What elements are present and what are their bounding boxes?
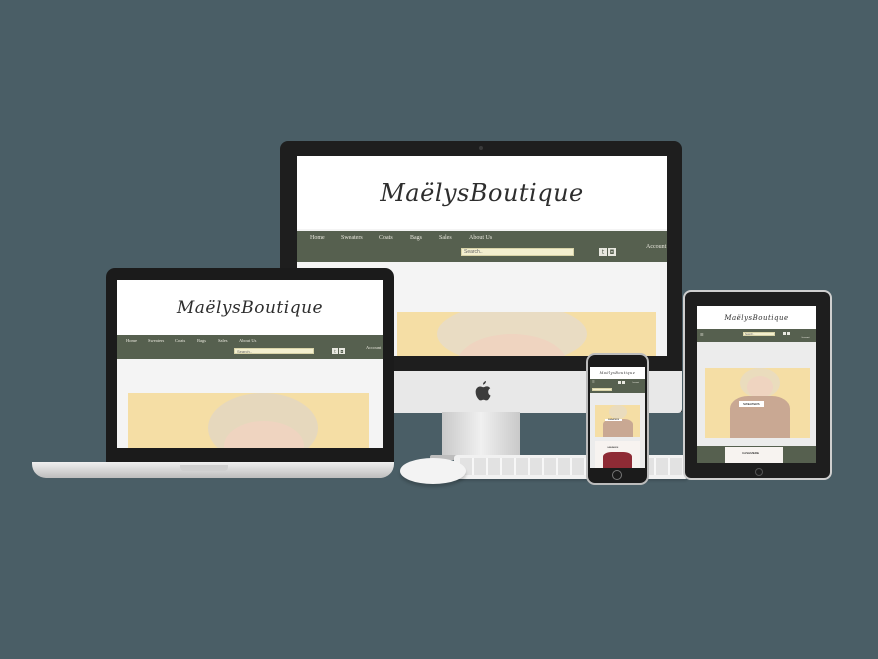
imac-camera (479, 146, 483, 150)
site-logo[interactable]: MaëlysBoutique (380, 179, 584, 207)
account-link[interactable]: Account (801, 336, 809, 339)
twitter-icon[interactable] (783, 332, 786, 335)
phone-home-button[interactable] (612, 470, 622, 480)
account-link[interactable]: Account (366, 345, 381, 350)
laptop-notch (180, 465, 228, 471)
search-input[interactable]: Search.. (234, 348, 314, 354)
search-input[interactable]: Search.. (743, 332, 775, 336)
site-logo[interactable]: MaëlysBoutique (177, 298, 323, 318)
nav-home[interactable]: Home (126, 338, 148, 343)
imac-stand (442, 412, 520, 458)
nav-about-us[interactable]: About Us (469, 235, 492, 241)
site-header: MaëlysBoutique (590, 367, 645, 379)
instagram-icon[interactable]: ◘ (608, 248, 616, 256)
twitter-icon[interactable] (618, 381, 621, 384)
twitter-icon[interactable]: t (332, 348, 338, 354)
site-nav: ☰ Search.. Account (697, 329, 816, 342)
nav-coats[interactable]: Coats (175, 338, 197, 343)
nav-bags[interactable]: Bags (197, 338, 218, 343)
apple-logo-icon (475, 381, 491, 401)
site-logo[interactable]: MaëlysBoutique (724, 314, 788, 322)
phone-screen: MaëlysBoutique ☰ Account Search.. SWEATE… (590, 367, 645, 468)
nav-bags[interactable]: Bags (410, 235, 439, 241)
instagram-icon[interactable]: ◘ (339, 348, 345, 354)
site-header: MaëlysBoutique (297, 156, 667, 229)
site-nav: ☰ Account Search.. (590, 379, 645, 393)
instagram-icon[interactable] (622, 381, 625, 384)
site-header: MaëlysBoutique (697, 306, 816, 329)
hero-image (128, 393, 369, 448)
tablet-home-button[interactable] (755, 468, 763, 476)
cashmere-card-label: CASHMERE (742, 451, 760, 455)
cashmere-card-label: CASHMERE (607, 447, 619, 449)
nav-sales[interactable]: Sales (439, 235, 469, 241)
twitter-icon[interactable]: t (599, 248, 607, 256)
sweaters-card-image[interactable]: SWEATERS (595, 405, 640, 437)
hero-image (397, 312, 656, 356)
hamburger-menu-icon[interactable]: ☰ (700, 332, 704, 337)
sweaters-card-label: SWEATERS (605, 419, 623, 421)
account-link[interactable]: Account (632, 382, 639, 384)
nav-sales[interactable]: Sales (218, 338, 239, 343)
search-input[interactable]: Search.. (592, 388, 612, 391)
nav-sweaters[interactable]: Sweaters (341, 235, 379, 241)
site-logo[interactable]: MaëlysBoutique (600, 371, 636, 375)
site-header: MaëlysBoutique (117, 280, 383, 335)
cashmere-card[interactable]: CASHMERE (595, 441, 640, 468)
hamburger-menu-icon[interactable]: ☰ (592, 380, 595, 384)
cashmere-card[interactable]: CASHMERE (725, 447, 783, 463)
site-nav: Home Sweaters Coats Bags Sales About Us … (117, 335, 383, 359)
nav-coats[interactable]: Coats (379, 235, 410, 241)
laptop-screen: MaëlysBoutique Home Sweaters Coats Bags … (117, 280, 383, 448)
nav-sweaters[interactable]: Sweaters (148, 338, 175, 343)
instagram-icon[interactable] (787, 332, 790, 335)
mouse (400, 458, 466, 484)
sweaters-card-label[interactable]: SWEATERS (739, 401, 764, 407)
search-input[interactable]: Search.. (461, 248, 574, 256)
hero-image: SWEATERS (705, 368, 810, 438)
site-nav: Home Sweaters Coats Bags Sales About Us … (297, 231, 667, 262)
account-link[interactable]: Account (646, 244, 666, 250)
tablet-screen: MaëlysBoutique ☰ Search.. Account SWEATE… (697, 306, 816, 463)
nav-home[interactable]: Home (310, 235, 341, 241)
nav-about-us[interactable]: About Us (239, 338, 256, 343)
